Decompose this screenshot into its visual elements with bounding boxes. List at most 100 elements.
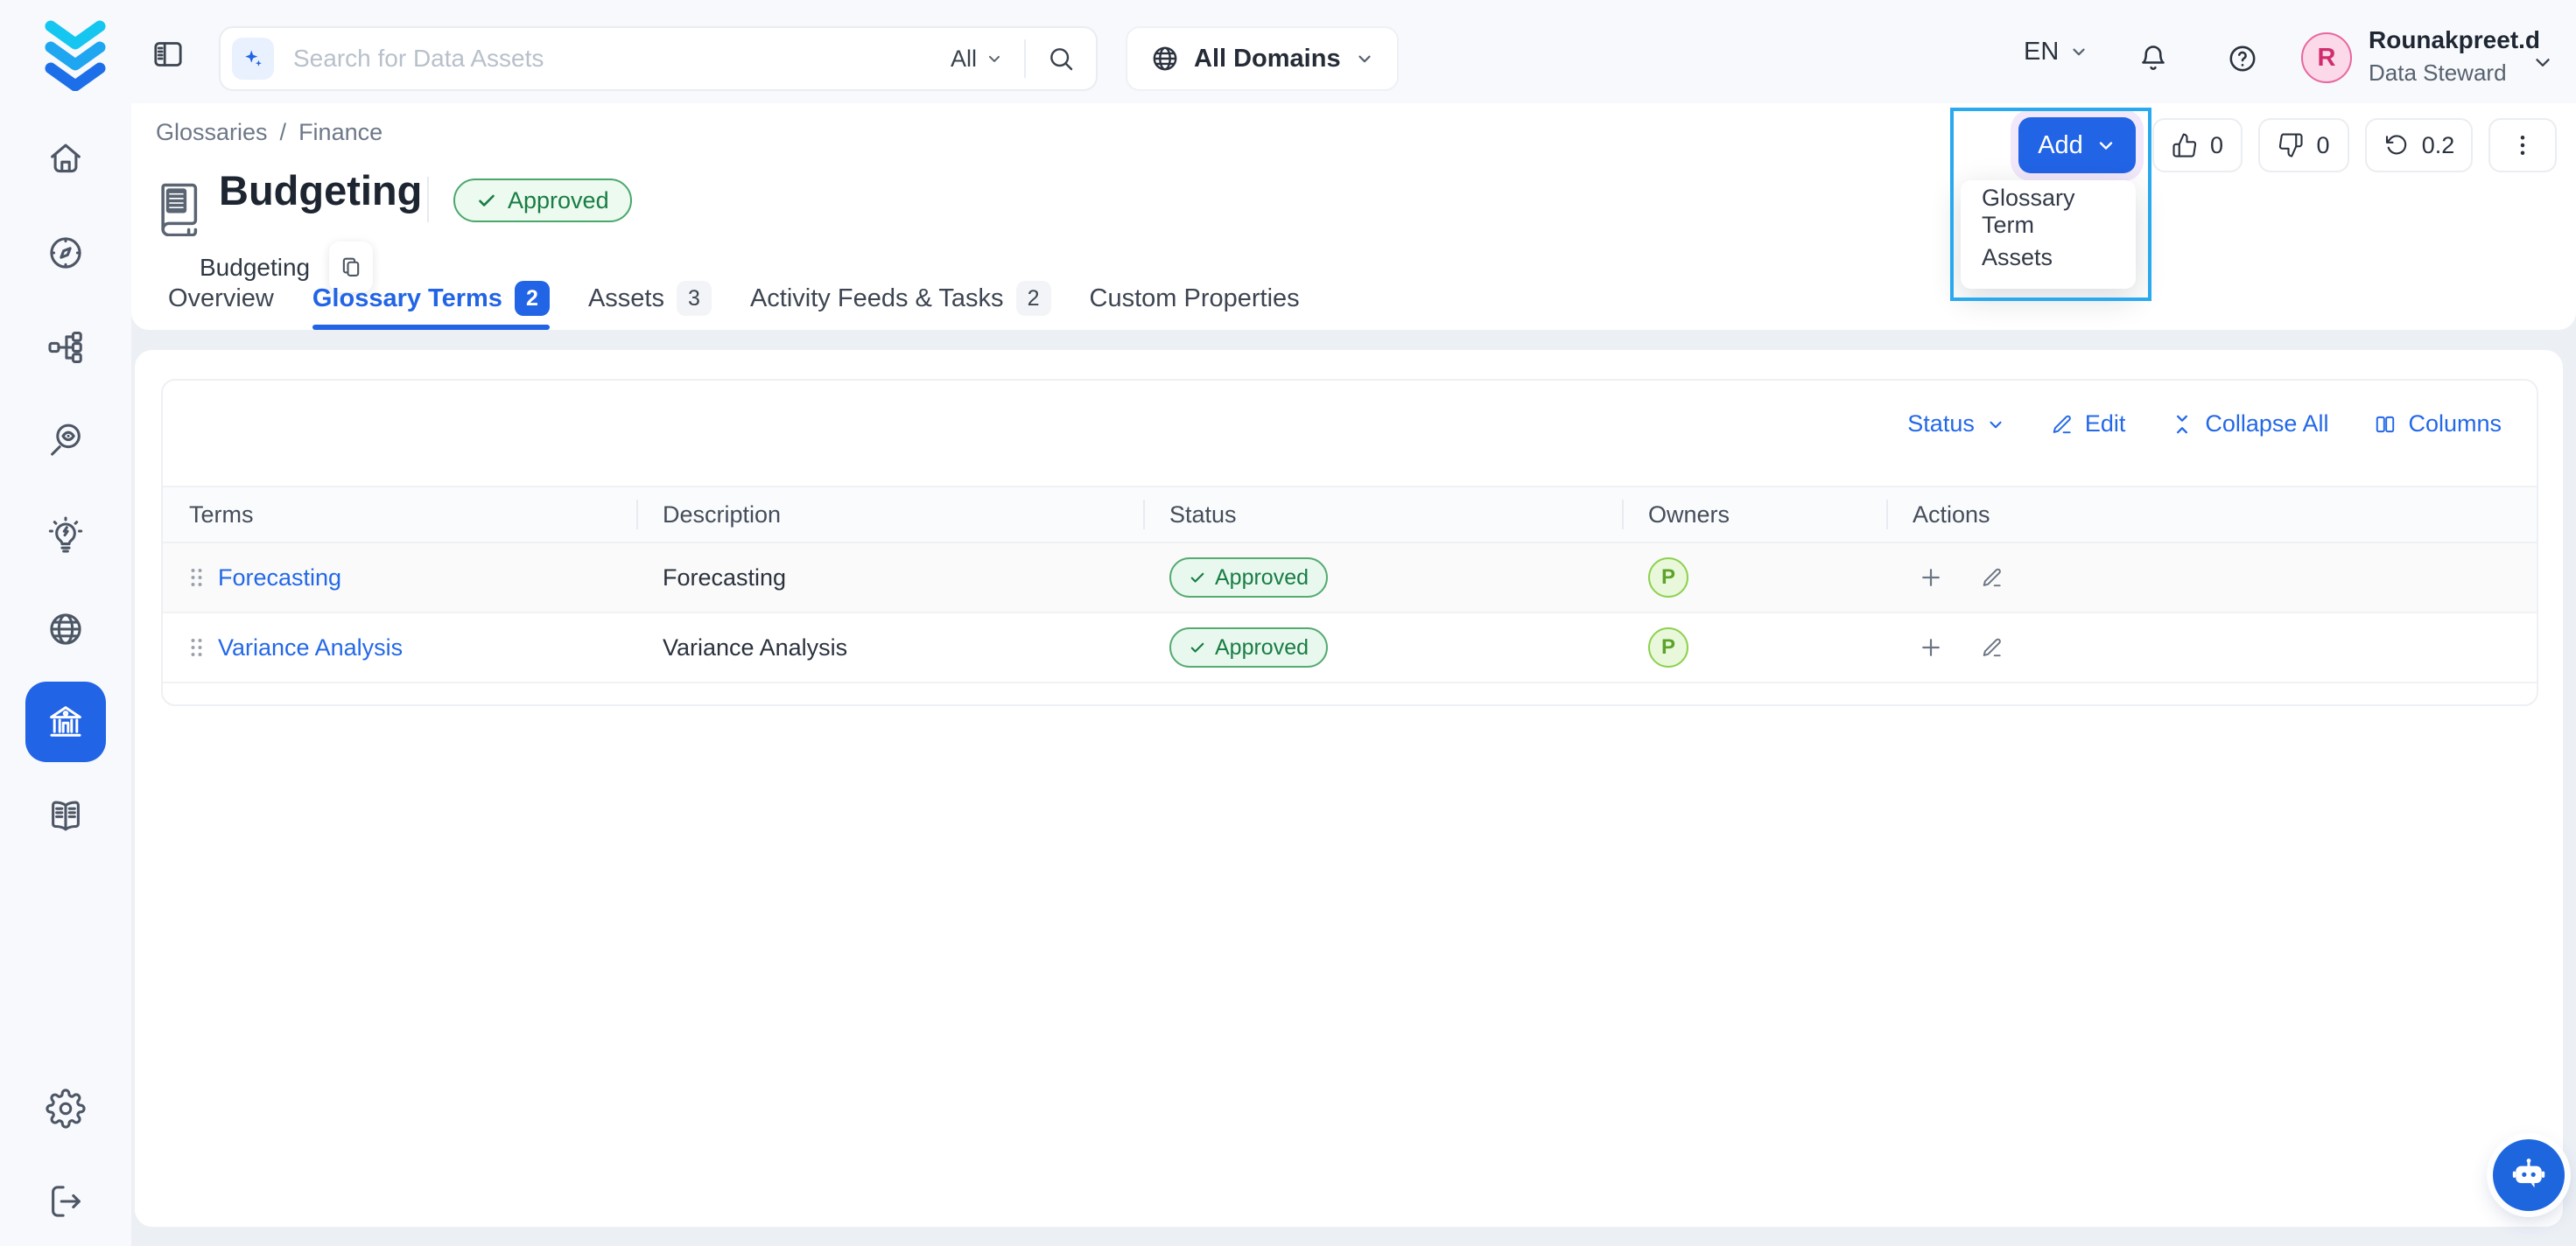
sidebar-item-insights[interactable] xyxy=(46,515,86,556)
check-icon xyxy=(1189,639,1206,656)
tab-assets[interactable]: Assets 3 xyxy=(588,267,712,330)
chevron-down-icon xyxy=(1986,415,2005,434)
kebab-menu-icon xyxy=(2509,132,2536,158)
menu-item-glossary-term[interactable]: Glossary Term xyxy=(1961,189,2136,234)
term-link[interactable]: Forecasting xyxy=(218,564,341,592)
domains-filter-button[interactable]: All Domains xyxy=(1126,26,1399,91)
chevron-down-icon xyxy=(2095,135,2116,156)
check-icon xyxy=(1189,569,1206,586)
edit-pencil-icon xyxy=(2051,413,2074,436)
version-button[interactable]: 0.2 xyxy=(2365,118,2473,172)
thumbs-up-icon xyxy=(2172,132,2198,158)
upvote-button[interactable]: 0 xyxy=(2152,118,2243,172)
version-number: 0.2 xyxy=(2422,132,2455,159)
search-scope-dropdown[interactable]: All xyxy=(951,46,1003,73)
drag-handle-icon[interactable] xyxy=(189,636,204,659)
domains-filter-label: All Domains xyxy=(1194,45,1341,74)
term-description: Forecasting xyxy=(636,564,1143,592)
collapse-all-icon xyxy=(2171,413,2193,436)
sidebar-item-glossary[interactable] xyxy=(25,682,106,762)
tab-count-badge: 2 xyxy=(1016,281,1051,316)
downvote-button[interactable]: 0 xyxy=(2258,118,2349,172)
breadcrumb: Glossaries / Finance xyxy=(156,119,383,146)
menu-item-assets[interactable]: Assets xyxy=(1961,234,2136,280)
table-row: Forecasting Forecasting Approved P xyxy=(163,543,2537,613)
tab-count-badge: 3 xyxy=(677,281,712,316)
sidebar-item-domains[interactable] xyxy=(46,609,86,649)
sidebar-item-observability[interactable] xyxy=(46,420,86,460)
plus-icon[interactable] xyxy=(1918,564,1944,591)
help-icon[interactable] xyxy=(2227,43,2258,74)
divider xyxy=(1024,39,1026,78)
column-header-terms: Terms xyxy=(163,487,636,542)
user-avatar[interactable]: R xyxy=(2301,32,2352,83)
sidebar-item-logout[interactable] xyxy=(46,1181,86,1222)
chevron-down-icon xyxy=(1355,49,1374,68)
column-header-actions: Actions xyxy=(1886,487,2537,542)
edit-pencil-icon[interactable] xyxy=(1981,636,2004,659)
drag-handle-icon[interactable] xyxy=(189,566,204,589)
status-filter-dropdown[interactable]: Status xyxy=(1907,410,2005,438)
glossary-terms-panel: Status Edit Collapse All xyxy=(135,350,2563,1227)
table-toolbar: Status Edit Collapse All xyxy=(1907,410,2502,438)
sidebar-item-settings[interactable] xyxy=(46,1088,86,1129)
language-label: EN xyxy=(2024,38,2059,66)
ai-sparkle-icon[interactable] xyxy=(232,38,274,80)
user-role: Data Steward xyxy=(2369,60,2540,87)
notifications-bell-icon[interactable] xyxy=(2137,43,2169,74)
breadcrumb-glossaries[interactable]: Glossaries xyxy=(156,119,268,146)
more-options-button[interactable] xyxy=(2488,118,2557,172)
collapse-all-button[interactable]: Collapse All xyxy=(2171,410,2328,438)
status-badge: Approved xyxy=(1169,557,1328,598)
app-logo-icon[interactable] xyxy=(37,14,112,91)
user-name: Rounakpreet.d xyxy=(2369,26,2540,54)
robot-icon xyxy=(2506,1152,2551,1198)
tab-count-badge: 2 xyxy=(515,281,550,316)
search-icon[interactable] xyxy=(1047,45,1075,73)
owner-avatar[interactable]: P xyxy=(1648,627,1688,668)
chevron-down-icon xyxy=(986,50,1003,67)
sidebar-item-explore[interactable] xyxy=(46,233,86,273)
user-menu[interactable]: Rounakpreet.d Data Steward xyxy=(2369,26,2540,87)
sidebar-toggle-icon[interactable] xyxy=(151,37,186,72)
edit-pencil-icon[interactable] xyxy=(1981,566,2004,589)
term-link[interactable]: Variance Analysis xyxy=(218,634,403,662)
globe-icon xyxy=(1150,44,1180,74)
chevron-down-icon[interactable] xyxy=(2531,51,2554,74)
breadcrumb-finance[interactable]: Finance xyxy=(298,119,383,146)
sidebar-item-lineage[interactable] xyxy=(46,327,86,368)
page-title: Budgeting xyxy=(219,166,422,214)
search-input[interactable] xyxy=(274,45,951,73)
owner-avatar[interactable]: P xyxy=(1648,557,1688,598)
glossary-bank-icon xyxy=(45,701,87,743)
tab-overview[interactable]: Overview xyxy=(168,267,274,330)
sidebar-item-home[interactable] xyxy=(46,138,86,178)
column-header-status: Status xyxy=(1143,487,1622,542)
sidebar-item-knowledge-center[interactable] xyxy=(46,796,86,836)
thumbs-down-icon xyxy=(2278,132,2304,158)
entity-header: Glossaries / Finance Budgeting Approved … xyxy=(131,103,2576,330)
check-icon xyxy=(476,190,497,211)
tab-custom-properties[interactable]: Custom Properties xyxy=(1090,267,1300,330)
tab-glossary-terms[interactable]: Glossary Terms 2 xyxy=(312,267,550,330)
divider xyxy=(427,177,429,222)
glossary-terms-table-container: Status Edit Collapse All xyxy=(161,379,2538,706)
glossary-terms-table: Terms Description Status Owners Actions … xyxy=(163,486,2537,683)
upvote-count: 0 xyxy=(2210,132,2223,159)
tab-activity-feeds[interactable]: Activity Feeds & Tasks 2 xyxy=(750,267,1051,330)
chatbot-button[interactable] xyxy=(2493,1139,2565,1211)
column-header-description: Description xyxy=(636,487,1143,542)
global-search-bar: All xyxy=(219,26,1098,91)
columns-icon xyxy=(2374,413,2397,436)
edit-button[interactable]: Edit xyxy=(2051,410,2126,438)
breadcrumb-separator: / xyxy=(280,119,287,146)
add-button[interactable]: Add xyxy=(2018,117,2136,173)
plus-icon[interactable] xyxy=(1918,634,1944,661)
avatar-initial: R xyxy=(2318,44,2336,73)
language-selector[interactable]: EN xyxy=(2024,0,2088,103)
app-window: All All Domains EN xyxy=(0,0,2576,1246)
book-icon xyxy=(154,178,205,236)
columns-button[interactable]: Columns xyxy=(2374,410,2502,438)
entity-tabs: Overview Glossary Terms 2 Assets 3 Activ… xyxy=(168,267,1300,330)
table-header-row: Terms Description Status Owners Actions xyxy=(163,486,2537,543)
